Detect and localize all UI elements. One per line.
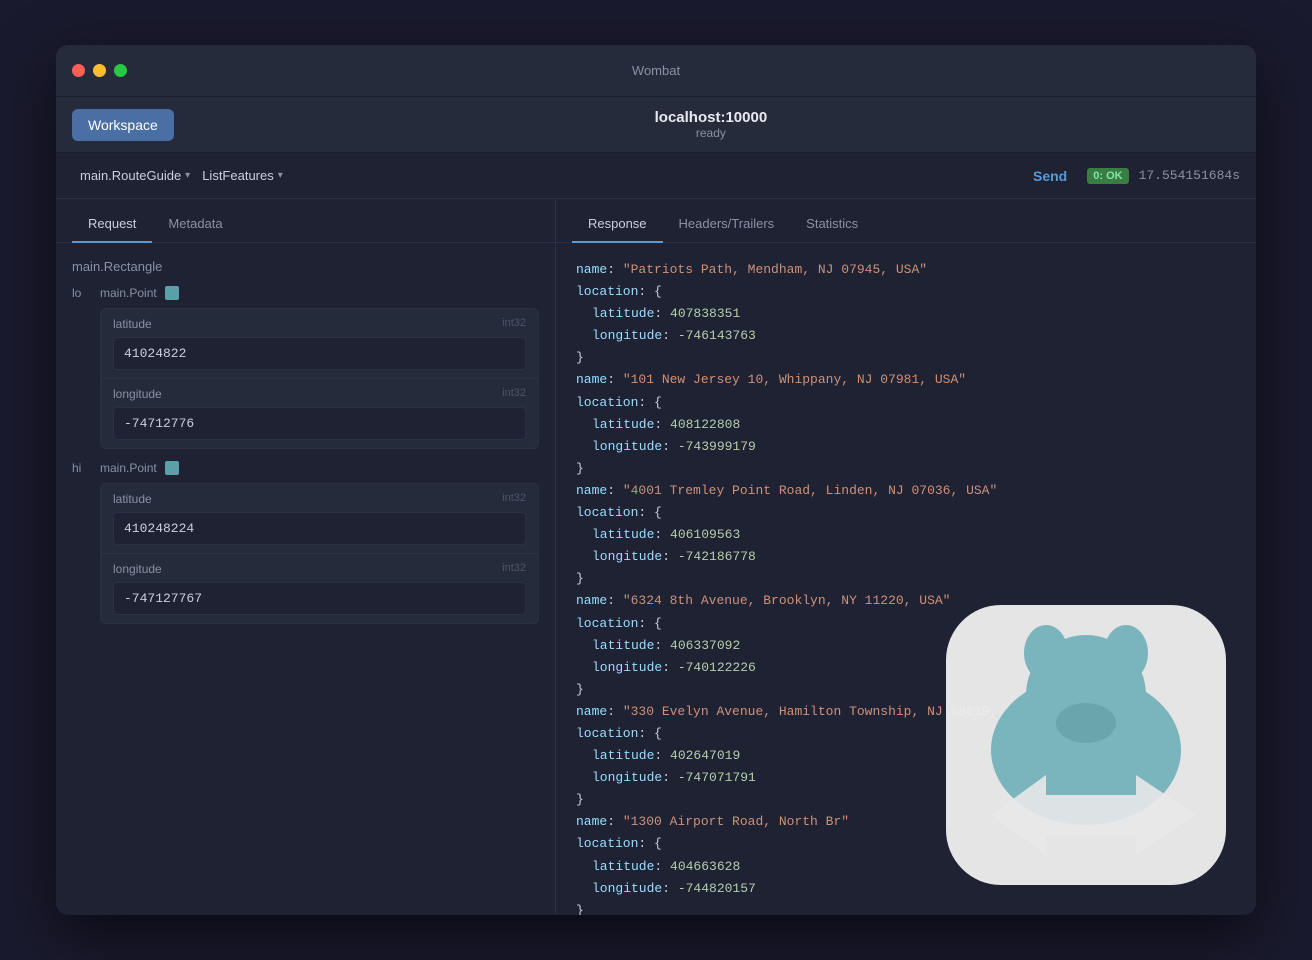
hi-longitude-name: longitude	[113, 562, 162, 576]
response-lat-3: latitude: 406337092	[576, 635, 1236, 657]
response-location-3-open: location: {	[576, 613, 1236, 635]
minimize-button[interactable]	[93, 64, 106, 77]
response-entry-2: name: "4001 Tremley Point Road, Linden, …	[576, 480, 1236, 502]
hi-longitude-type: int32	[502, 562, 526, 576]
lo-latitude-row: latitude int32	[101, 309, 538, 379]
tab-metadata[interactable]: Metadata	[152, 206, 238, 243]
lo-type: main.Point	[100, 286, 157, 300]
title-bar: Wombat	[56, 45, 1256, 97]
response-location-2-open: location: {	[576, 502, 1236, 524]
lo-label: lo	[72, 286, 92, 300]
hi-label: hi	[72, 461, 92, 475]
service-chevron-icon: ▾	[185, 170, 190, 181]
response-location-1-close: }	[576, 458, 1236, 480]
response-location-0-close: }	[576, 347, 1236, 369]
service-selector[interactable]: main.RouteGuide ▾	[72, 164, 198, 187]
left-panel: Request Metadata main.Rectangle lo main.…	[56, 199, 556, 915]
hi-latitude-input[interactable]	[113, 512, 526, 545]
response-location-4-open: location: {	[576, 723, 1236, 745]
response-lng-2: longitude: -742186778	[576, 546, 1236, 568]
response-entry-3: name: "6324 8th Avenue, Brooklyn, NY 112…	[576, 590, 1236, 612]
hi-longitude-label-row: longitude int32	[113, 562, 526, 576]
response-lng-4: longitude: -747071791	[576, 767, 1236, 789]
status-badge: 0: OK	[1087, 168, 1128, 184]
response-lng-0: longitude: -746143763	[576, 325, 1236, 347]
response-entry-0: name: "Patriots Path, Mendham, NJ 07945,…	[576, 259, 1236, 281]
response-entry-1: name: "101 New Jersey 10, Whippany, NJ 0…	[576, 369, 1236, 391]
response-location-5-close: }	[576, 900, 1236, 915]
lo-longitude-row: longitude int32	[101, 379, 538, 448]
method-bar: main.RouteGuide ▾ ListFeatures ▾ Send 0:…	[56, 153, 1256, 199]
lo-longitude-label-row: longitude int32	[113, 387, 526, 401]
hi-nested-field: latitude int32 longitude int32	[100, 483, 539, 624]
tab-response[interactable]: Response	[572, 206, 663, 243]
lo-color-box	[165, 286, 179, 300]
request-tabs: Request Metadata	[56, 199, 555, 243]
response-body: name: "Patriots Path, Mendham, NJ 07945,…	[556, 243, 1256, 915]
hi-longitude-row: longitude int32	[101, 554, 538, 623]
response-lng-3: longitude: -740122226	[576, 657, 1236, 679]
lo-field-row: lo main.Point	[72, 286, 539, 300]
lo-latitude-label-row: latitude int32	[113, 317, 526, 331]
hi-latitude-name: latitude	[113, 492, 152, 506]
response-lat-5: latitude: 404663628	[576, 856, 1236, 878]
tab-request[interactable]: Request	[72, 206, 152, 243]
right-panel: Response Headers/Trailers Statistics nam…	[556, 199, 1256, 915]
traffic-lights	[72, 64, 127, 77]
lo-latitude-name: latitude	[113, 317, 152, 331]
hi-latitude-type: int32	[502, 492, 526, 506]
response-entry-4: name: "330 Evelyn Avenue, Hamilton Towns…	[576, 701, 1236, 723]
hi-type: main.Point	[100, 461, 157, 475]
response-location-3-close: }	[576, 679, 1236, 701]
response-entry-5: name: "1300 Airport Road, North Br"	[576, 811, 1236, 833]
rpc-selector[interactable]: ListFeatures ▾	[202, 168, 283, 183]
lo-longitude-input[interactable]	[113, 407, 526, 440]
request-type-label: main.Rectangle	[72, 259, 539, 274]
server-host: localhost:10000	[182, 109, 1240, 126]
response-lng-5: longitude: -744820157	[576, 878, 1236, 900]
rpc-name: ListFeatures	[202, 168, 274, 183]
lo-longitude-type: int32	[502, 387, 526, 401]
response-lat-1: latitude: 408122808	[576, 414, 1236, 436]
hi-latitude-label-row: latitude int32	[113, 492, 526, 506]
request-body: main.Rectangle lo main.Point latitude in…	[56, 243, 555, 915]
response-time: 17.554151684s	[1139, 168, 1240, 183]
send-button[interactable]: Send	[1025, 164, 1075, 188]
lo-latitude-type: int32	[502, 317, 526, 331]
hi-field-row: hi main.Point	[72, 461, 539, 475]
lo-longitude-name: longitude	[113, 387, 162, 401]
response-lat-4: latitude: 402647019	[576, 745, 1236, 767]
response-location-0-open: location: {	[576, 281, 1236, 303]
response-lat-2: latitude: 406109563	[576, 524, 1236, 546]
response-location-2-close: }	[576, 568, 1236, 590]
tab-statistics[interactable]: Statistics	[790, 206, 874, 243]
response-tabs: Response Headers/Trailers Statistics	[556, 199, 1256, 243]
rpc-chevron-icon: ▾	[278, 170, 283, 181]
tab-headers-trailers[interactable]: Headers/Trailers	[663, 206, 791, 243]
hi-longitude-input[interactable]	[113, 582, 526, 615]
hi-latitude-row: latitude int32	[101, 484, 538, 554]
app-window: Wombat Workspace localhost:10000 ready m…	[56, 45, 1256, 915]
toolbar: Workspace localhost:10000 ready	[56, 97, 1256, 153]
hi-color-box	[165, 461, 179, 475]
main-content: Request Metadata main.Rectangle lo main.…	[56, 199, 1256, 915]
close-button[interactable]	[72, 64, 85, 77]
lo-nested-field: latitude int32 longitude int32	[100, 308, 539, 449]
server-status: ready	[182, 126, 1240, 140]
app-title: Wombat	[632, 63, 680, 78]
response-location-5-open: location: {	[576, 833, 1236, 855]
service-name: main.RouteGuide	[80, 168, 181, 183]
response-meta: 0: OK 17.554151684s	[1087, 168, 1240, 184]
response-location-1-open: location: {	[576, 392, 1236, 414]
maximize-button[interactable]	[114, 64, 127, 77]
lo-latitude-input[interactable]	[113, 337, 526, 370]
title-center: Wombat	[632, 62, 680, 80]
response-lng-1: longitude: -743999179	[576, 436, 1236, 458]
response-lat-0: latitude: 407838351	[576, 303, 1236, 325]
server-info: localhost:10000 ready	[182, 109, 1240, 140]
workspace-button[interactable]: Workspace	[72, 109, 174, 141]
response-location-4-close: }	[576, 789, 1236, 811]
